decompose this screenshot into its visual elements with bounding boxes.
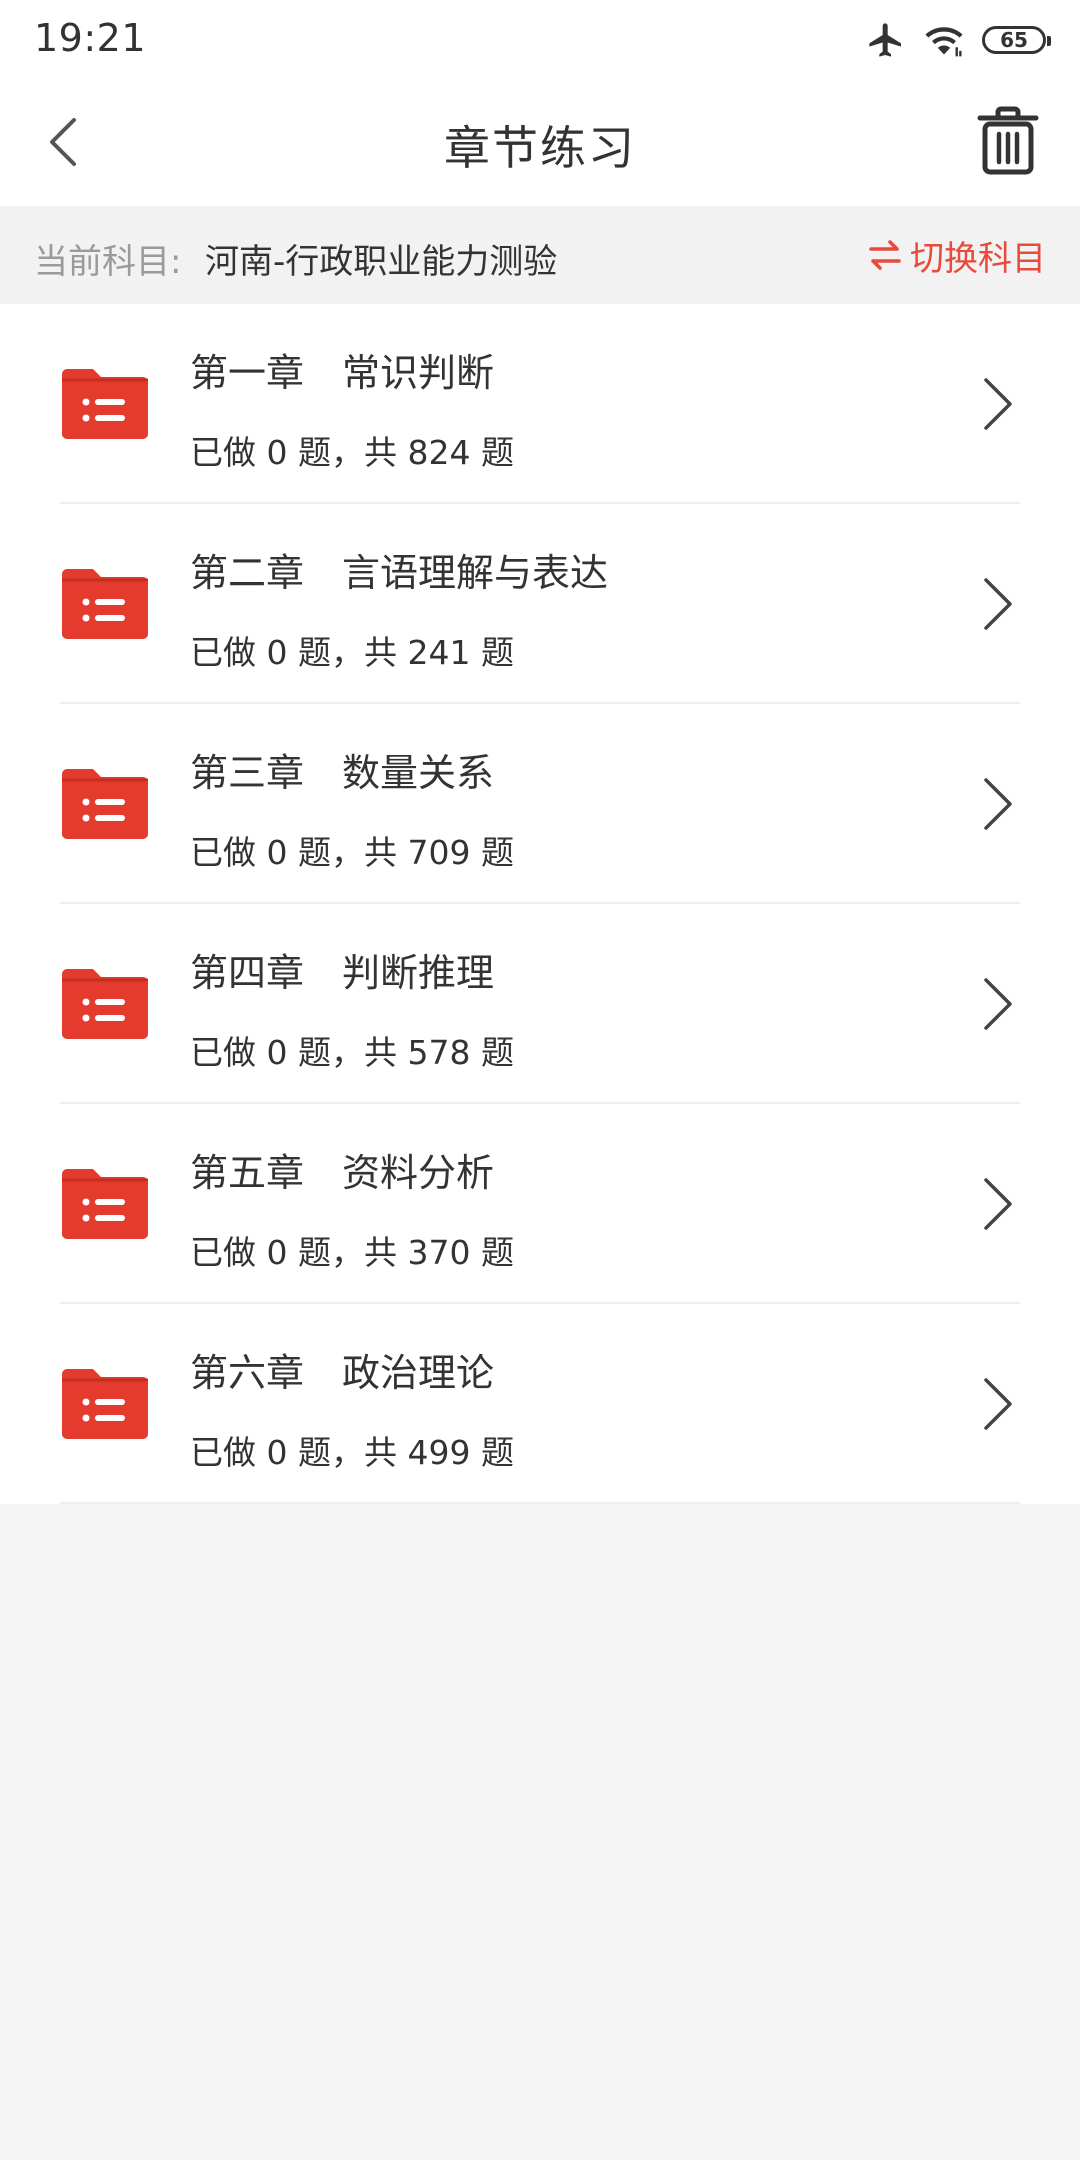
list-item[interactable]: 第二章 言语理解与表达 已做 0 题，共 241 题 — [0, 504, 1080, 704]
chapter-progress: 已做 0 题，共 578 题 — [190, 1033, 514, 1072]
status-time: 19:21 — [34, 16, 147, 60]
chevron-right-icon — [984, 1378, 1012, 1430]
swap-icon — [869, 240, 901, 270]
status-bar: 19:21 65 — [0, 0, 1080, 78]
chapter-title: 第四章 判断推理 — [190, 951, 495, 995]
divider — [60, 1502, 1020, 1504]
chapter-title: 第五章 资料分析 — [190, 1151, 495, 1195]
battery-level: 65 — [1000, 28, 1028, 52]
chevron-right-icon — [984, 1178, 1012, 1230]
list-item[interactable]: 第五章 资料分析 已做 0 题，共 370 题 — [0, 1104, 1080, 1304]
chapter-title: 第六章 政治理论 — [190, 1351, 495, 1395]
screen: 19:21 65 章节练习 当前科目: 河南-行政职业能力测验 切换科目 第一章… — [0, 0, 1080, 2160]
chapter-list: 第一章 常识判断 已做 0 题，共 824 题 第二章 言语理解与表达 已做 0… — [0, 304, 1080, 1504]
chevron-right-icon — [984, 378, 1012, 430]
status-icons: 65 — [866, 18, 1051, 62]
folder-list-icon — [62, 369, 148, 439]
battery-icon: 65 — [982, 26, 1051, 54]
switch-subject-button[interactable]: 切换科目 — [868, 230, 1046, 280]
folder-list-icon — [62, 1369, 148, 1439]
chapter-progress: 已做 0 题，共 370 题 — [190, 1233, 514, 1272]
chapter-progress: 已做 0 题，共 709 题 — [190, 833, 514, 872]
delete-button[interactable] — [970, 102, 1046, 178]
folder-list-icon — [62, 769, 148, 839]
header: 章节练习 — [0, 78, 1080, 206]
chapter-progress: 已做 0 题，共 499 题 — [190, 1433, 514, 1472]
chapter-title: 第一章 常识判断 — [190, 351, 495, 395]
chapter-title: 第三章 数量关系 — [190, 751, 495, 795]
chevron-right-icon — [984, 978, 1012, 1030]
page-title: 章节练习 — [444, 121, 636, 175]
trash-icon — [977, 106, 1039, 175]
chevron-right-icon — [984, 578, 1012, 630]
subject-value: 河南-行政职业能力测验 — [205, 242, 558, 282]
list-item[interactable]: 第一章 常识判断 已做 0 题，共 824 题 — [0, 304, 1080, 504]
airplane-icon — [869, 23, 901, 57]
folder-list-icon — [62, 969, 148, 1039]
folder-list-icon — [62, 569, 148, 639]
switch-subject-label: 切换科目 — [910, 238, 1046, 279]
chapter-title: 第二章 言语理解与表达 — [190, 551, 609, 595]
list-item[interactable]: 第六章 政治理论 已做 0 题，共 499 题 — [0, 1304, 1080, 1504]
chevron-right-icon — [984, 778, 1012, 830]
list-item[interactable]: 第三章 数量关系 已做 0 题，共 709 题 — [0, 704, 1080, 904]
wifi-icon — [925, 27, 963, 57]
subject-label: 当前科目: — [34, 242, 182, 282]
chapter-progress: 已做 0 题，共 824 题 — [190, 433, 514, 472]
list-item[interactable]: 第四章 判断推理 已做 0 题，共 578 题 — [0, 904, 1080, 1104]
folder-list-icon — [62, 1169, 148, 1239]
subject-bar: 当前科目: 河南-行政职业能力测验 切换科目 — [0, 206, 1080, 304]
chapter-progress: 已做 0 题，共 241 题 — [190, 633, 514, 672]
